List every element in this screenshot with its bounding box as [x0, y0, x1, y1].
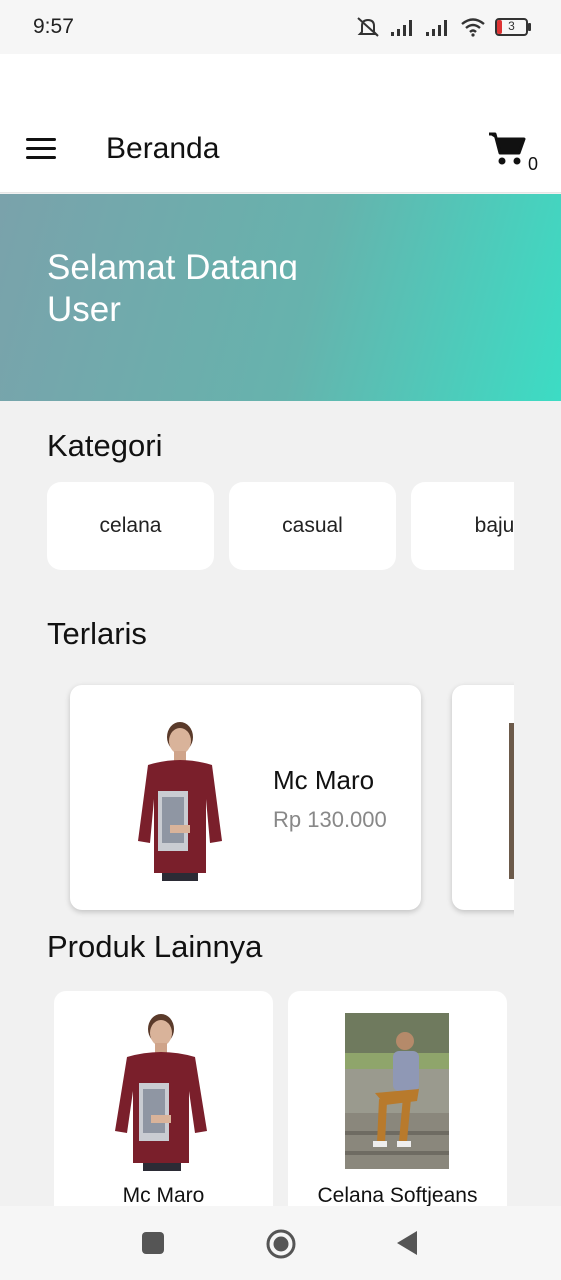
battery-icon: 3: [495, 18, 531, 36]
status-icons: 3: [355, 16, 531, 38]
mute-icon: [357, 17, 379, 37]
back-icon[interactable]: [396, 1230, 418, 1256]
page-title: Beranda: [106, 132, 220, 165]
status-time: 9:57: [33, 15, 74, 38]
product-name: Celana Softjeans: [317, 1184, 478, 1207]
app-bar: Beranda 0: [0, 54, 561, 193]
bestseller-card[interactable]: [452, 685, 514, 910]
product-price: Rp 130.000: [273, 807, 387, 832]
product-image: [509, 723, 514, 879]
battery-level: 3: [508, 19, 515, 33]
product-image: [115, 1014, 207, 1171]
recents-icon[interactable]: [142, 1232, 164, 1254]
home-icon[interactable]: [265, 1228, 297, 1260]
signal-icon: [391, 20, 412, 36]
status-bar: 9:57 3: [0, 0, 561, 54]
category-list[interactable]: celana casual baju: [47, 482, 514, 570]
bestseller-card[interactable]: Mc Maro Rp 130.000: [70, 685, 421, 910]
category-chip-baju[interactable]: baju: [411, 482, 514, 570]
product-image: [138, 722, 222, 881]
category-chip-casual[interactable]: casual: [229, 482, 396, 570]
section-title-terlaris: Terlaris: [47, 616, 147, 651]
menu-icon[interactable]: [26, 138, 56, 162]
welcome-line-2: User: [47, 290, 121, 329]
category-chip-celana[interactable]: celana: [47, 482, 214, 570]
section-title-produk-lainnya: Produk Lainnya: [47, 929, 263, 964]
wifi-icon: [461, 18, 485, 37]
product-image: [345, 1013, 449, 1169]
product-name: Mc Maro: [122, 1184, 205, 1207]
welcome-line-1: Selamat Datang: [47, 248, 298, 280]
product-card[interactable]: Celana Softjeans: [288, 991, 507, 1221]
system-nav-bar: [0, 1206, 561, 1280]
signal-icon: [426, 20, 447, 36]
welcome-banner: Selamat Datang User: [0, 194, 561, 401]
cart-icon[interactable]: [487, 131, 527, 172]
section-title-kategori: Kategori: [47, 428, 163, 463]
product-name: Mc Maro: [273, 765, 375, 795]
cart-count-badge: 0: [528, 154, 539, 174]
bestseller-list[interactable]: Mc Maro Rp 130.000: [47, 680, 514, 920]
product-card[interactable]: Mc Maro: [54, 991, 273, 1221]
